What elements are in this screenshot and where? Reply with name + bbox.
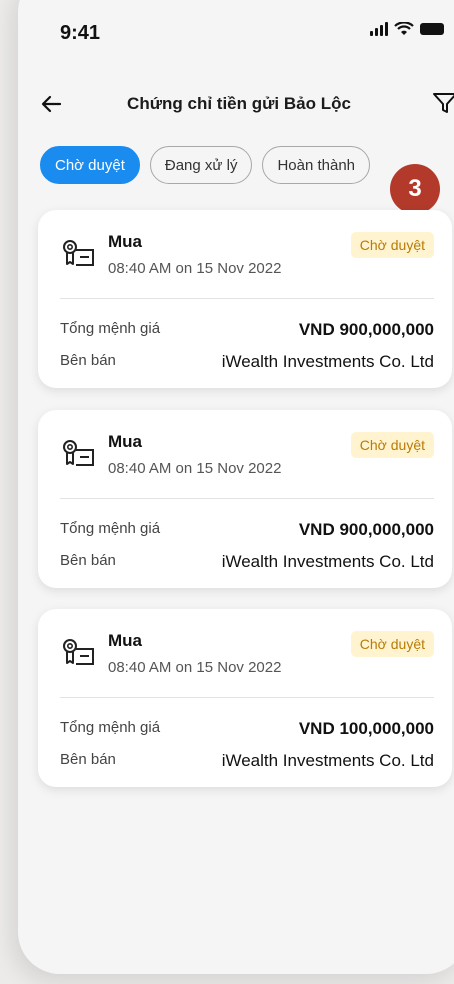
total-label: Tổng mệnh giá xyxy=(60,520,161,537)
total-value: VND 900,000,000 xyxy=(298,320,434,339)
status-badge: Chờ duyệt xyxy=(350,432,434,458)
status-badge: Chờ duyệt xyxy=(350,232,434,258)
certificate-icon xyxy=(63,240,94,266)
total-value: VND 900,000,000 xyxy=(298,520,434,539)
transaction-card[interactable]: Mua 08:40 AM on 15 Nov 2022 Chờ duyệt Tổ… xyxy=(38,210,452,388)
transaction-card[interactable]: Mua 08:40 AM on 15 Nov 2022 Chờ duyệt Tổ… xyxy=(38,609,452,787)
seller-value: iWealth Investments Co. Ltd xyxy=(221,751,434,770)
header: Chứng chỉ tiền gửi Bảo Lộc xyxy=(18,80,454,130)
tab-processing[interactable]: Đang xử lý xyxy=(149,146,253,184)
divider xyxy=(60,498,434,499)
seller-label: Bên bán xyxy=(60,751,116,768)
status-icons xyxy=(370,22,444,36)
transaction-type: Mua xyxy=(108,432,142,451)
status-tabs: Chờ duyệt Đang xử lý Hoàn thành xyxy=(40,146,371,184)
status-time: 9:41 xyxy=(60,22,101,44)
transaction-datetime: 08:40 AM on 15 Nov 2022 xyxy=(108,659,282,676)
total-value: VND 100,000,000 xyxy=(298,719,434,738)
divider xyxy=(60,298,434,299)
total-label: Tổng mệnh giá xyxy=(60,320,161,337)
filter-icon[interactable] xyxy=(430,88,454,118)
transaction-datetime: 08:40 AM on 15 Nov 2022 xyxy=(108,260,282,277)
signal-icon xyxy=(370,22,388,36)
certificate-icon xyxy=(63,639,94,665)
step-number-badge: 3 xyxy=(390,164,440,214)
status-bar: 9:41 xyxy=(18,0,454,60)
phone-screen: 9:41 Chứng chỉ tiền gửi Bảo Lộc Chờ duyệ… xyxy=(18,0,454,974)
certificate-icon xyxy=(63,440,94,466)
status-badge: Chờ duyệt xyxy=(350,631,434,657)
seller-label: Bên bán xyxy=(60,352,116,369)
page-title: Chứng chỉ tiền gửi Bảo Lộc xyxy=(127,94,351,113)
battery-icon xyxy=(420,23,444,35)
wifi-icon xyxy=(394,22,414,35)
seller-label: Bên bán xyxy=(60,552,116,569)
seller-value: iWealth Investments Co. Ltd xyxy=(221,352,434,371)
transaction-type: Mua xyxy=(108,631,142,650)
transaction-datetime: 08:40 AM on 15 Nov 2022 xyxy=(108,460,282,477)
transaction-type: Mua xyxy=(108,232,142,251)
tab-pending[interactable]: Chờ duyệt xyxy=(40,146,140,184)
tab-completed[interactable]: Hoàn thành xyxy=(262,146,371,184)
divider xyxy=(60,697,434,698)
transaction-card[interactable]: Mua 08:40 AM on 15 Nov 2022 Chờ duyệt Tổ… xyxy=(38,410,452,588)
seller-value: iWealth Investments Co. Ltd xyxy=(221,552,434,571)
total-label: Tổng mệnh giá xyxy=(60,719,161,736)
